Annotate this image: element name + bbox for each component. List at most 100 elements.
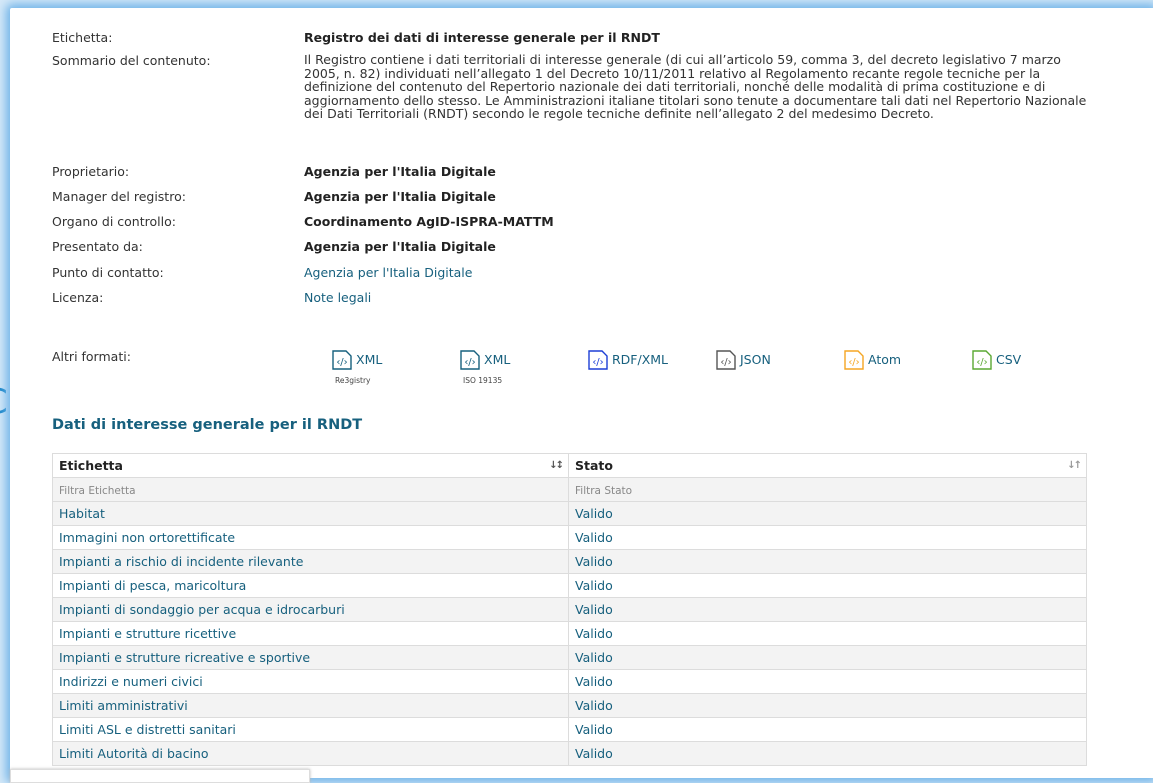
format-label: CSV — [996, 352, 1022, 367]
manager-value: Agenzia per l'Italia Digitale — [304, 189, 496, 204]
section-title: Dati di interesse generale per il RNDT — [52, 417, 363, 433]
sort-icon: ↓↑ — [1067, 460, 1082, 471]
format-xml-iso19135[interactable]: ‹/› XML ISO 19135 — [459, 349, 511, 385]
item-label-link[interactable]: Limiti Autorità di bacino — [59, 746, 209, 761]
svg-text:‹/›: ‹/› — [592, 357, 603, 368]
item-label-link[interactable]: Impianti di sondaggio per acqua e idroca… — [59, 602, 345, 617]
header-row: Etichetta ↓↕ Stato ↓↑ — [52, 453, 1087, 478]
detail-label: Proprietario: — [52, 164, 130, 179]
table-cell-label: Impianti di sondaggio per acqua e idroca… — [52, 597, 569, 622]
table-cell-status: Valido — [568, 621, 1087, 646]
format-csv[interactable]: ‹/› CSV — [971, 349, 1021, 371]
format-sub-label: ISO 19135 — [463, 376, 503, 385]
detail-label: Manager del registro: — [52, 189, 186, 204]
detail-label: Punto di contatto: — [52, 265, 164, 280]
item-label-link[interactable]: Impianti e strutture ricettive — [59, 626, 236, 641]
column-header-text: Stato — [575, 458, 613, 473]
item-label-link[interactable]: Impianti e strutture ricreative e sporti… — [59, 650, 310, 665]
table-cell-label: Impianti e strutture ricreative e sporti… — [52, 645, 569, 670]
item-status-link[interactable]: Valido — [575, 650, 613, 665]
item-status-link[interactable]: Valido — [575, 698, 613, 713]
item-status-link[interactable]: Valido — [575, 578, 613, 593]
table-cell-label: Limiti ASL e distretti sanitari — [52, 717, 569, 742]
table-cell-status: Valido — [568, 597, 1087, 622]
format-label: XML — [356, 352, 383, 367]
item-label-link[interactable]: Habitat — [59, 506, 105, 521]
table-row: Indirizzi e numeri civici Valido — [52, 669, 1087, 694]
column-header-text: Etichetta — [59, 458, 123, 473]
item-label-link[interactable]: Limiti amministrativi — [59, 698, 188, 713]
footer-bar — [10, 769, 310, 783]
control-body-value: Coordinamento AgID-ISPRA-MATTM — [304, 214, 554, 229]
table-cell-status: Valido — [568, 669, 1087, 694]
item-label-link[interactable]: Immagini non ortorettificate — [59, 530, 235, 545]
svg-text:‹/›: ‹/› — [848, 357, 859, 368]
register-title: Registro dei dati di interesse generale … — [304, 30, 660, 45]
item-status-link[interactable]: Valido — [575, 674, 613, 689]
item-label-link[interactable]: Impianti a rischio di incidente rilevant… — [59, 554, 303, 569]
filter-label-input[interactable] — [59, 485, 562, 497]
table-row: Habitat Valido — [52, 501, 1087, 526]
format-json[interactable]: ‹/› JSON — [715, 349, 771, 371]
table-cell-label: Impianti di pesca, maricoltura — [52, 573, 569, 598]
code-file-icon: ‹/› — [844, 350, 864, 370]
svg-text:‹/›: ‹/› — [464, 357, 475, 368]
table-row: Impianti di sondaggio per acqua e idroca… — [52, 597, 1087, 622]
format-sub-label: Re3gistry — [335, 376, 371, 385]
owner-value: Agenzia per l'Italia Digitale — [304, 164, 496, 179]
format-atom[interactable]: ‹/› Atom — [843, 349, 901, 371]
detail-label: Licenza: — [52, 290, 104, 305]
table-cell-status: Valido — [568, 645, 1087, 670]
summary-text: Il Registro contiene i dati territoriali… — [304, 52, 1087, 121]
submitter-value: Agenzia per l'Italia Digitale — [304, 239, 496, 254]
table-cell-label: Immagini non ortorettificate — [52, 525, 569, 550]
format-xml-re3gistry[interactable]: ‹/› XML Re3gistry — [331, 349, 383, 385]
table-row: Immagini non ortorettificate Valido — [52, 525, 1087, 550]
detail-label: Altri formati: — [52, 349, 131, 364]
format-label: XML — [484, 352, 511, 367]
svg-text:‹/›: ‹/› — [976, 357, 987, 368]
format-label: JSON — [740, 352, 771, 367]
item-label-link[interactable]: Limiti ASL e distretti sanitari — [59, 722, 236, 737]
svg-text:‹/›: ‹/› — [720, 357, 731, 368]
item-label-link[interactable]: Indirizzi e numeri civici — [59, 674, 203, 689]
item-status-link[interactable]: Valido — [575, 626, 613, 641]
column-header-label[interactable]: Etichetta ↓↕ — [52, 453, 569, 478]
filter-row — [52, 477, 1087, 502]
table-row: Impianti e strutture ricreative e sporti… — [52, 645, 1087, 670]
table-cell-status: Valido — [568, 525, 1087, 550]
item-status-link[interactable]: Valido — [575, 530, 613, 545]
detail-label: Sommario del contenuto: — [52, 53, 211, 68]
table-row: Impianti di pesca, maricoltura Valido — [52, 573, 1087, 598]
table-row: Limiti ASL e distretti sanitari Valido — [52, 717, 1087, 742]
column-header-status[interactable]: Stato ↓↑ — [568, 453, 1087, 478]
code-file-icon: ‹/› — [716, 350, 736, 370]
table-cell-label: Impianti a rischio di incidente rilevant… — [52, 549, 569, 574]
table-row: Impianti a rischio di incidente rilevant… — [52, 549, 1087, 574]
detail-label: Etichetta: — [52, 30, 113, 45]
code-file-icon: ‹/› — [588, 350, 608, 370]
license-link[interactable]: Note legali — [304, 290, 1094, 305]
code-file-icon: ‹/› — [460, 350, 480, 370]
table-cell-status: Valido — [568, 573, 1087, 598]
detail-label: Presentato da: — [52, 239, 143, 254]
table-cell-label: Limiti Autorità di bacino — [52, 741, 569, 766]
table-cell-status: Valido — [568, 741, 1087, 766]
contact-point-link[interactable]: Agenzia per l'Italia Digitale — [304, 265, 1094, 280]
item-status-link[interactable]: Valido — [575, 746, 613, 761]
item-status-link[interactable]: Valido — [575, 506, 613, 521]
item-label-link[interactable]: Impianti di pesca, maricoltura — [59, 578, 246, 593]
table-row: Limiti Autorità di bacino Valido — [52, 741, 1087, 766]
format-rdf-xml[interactable]: ‹/› RDF/XML — [587, 349, 668, 371]
svg-text:‹/›: ‹/› — [336, 357, 347, 368]
item-status-link[interactable]: Valido — [575, 602, 613, 617]
table-row: Limiti amministrativi Valido — [52, 693, 1087, 718]
table-cell-label: Impianti e strutture ricettive — [52, 621, 569, 646]
filter-status-input[interactable] — [575, 485, 1080, 497]
item-status-link[interactable]: Valido — [575, 554, 613, 569]
other-formats: ‹/› XML Re3gistry ‹/› XML ISO 19135 ‹/› … — [304, 349, 1064, 389]
code-file-icon: ‹/› — [972, 350, 992, 370]
code-file-icon: ‹/› — [332, 350, 352, 370]
item-status-link[interactable]: Valido — [575, 722, 613, 737]
table-cell-label: Limiti amministrativi — [52, 693, 569, 718]
